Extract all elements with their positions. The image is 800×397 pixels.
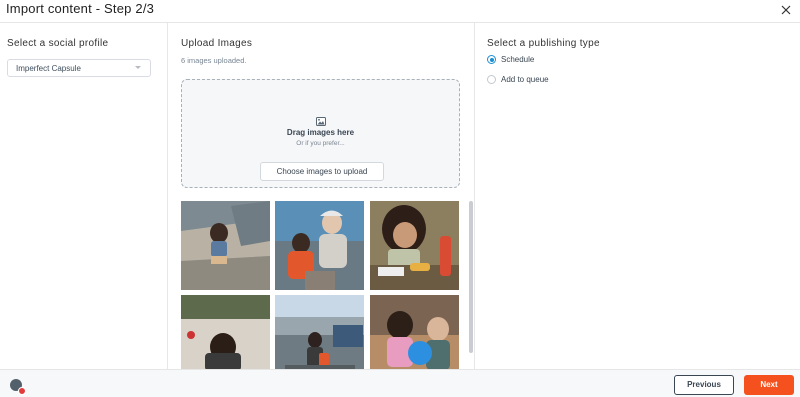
- radio-schedule-label[interactable]: Schedule: [501, 55, 534, 64]
- modal-header: Import content - Step 2/3: [0, 0, 800, 23]
- close-icon[interactable]: [778, 2, 794, 18]
- uploaded-image-thumbnail[interactable]: [370, 295, 459, 369]
- publishing-heading: Select a publishing type: [487, 38, 600, 49]
- radio-add-to-queue[interactable]: [487, 75, 496, 84]
- uploaded-image-thumbnail[interactable]: [181, 201, 270, 290]
- dropzone-subtitle: Or if you prefer...: [296, 140, 345, 147]
- radio-schedule[interactable]: [487, 55, 496, 64]
- upload-heading: Upload Images: [181, 38, 253, 49]
- uploaded-image-thumbnail[interactable]: [275, 295, 364, 369]
- profile-column: Select a social profile Imperfect Capsul…: [0, 23, 168, 369]
- choose-images-button[interactable]: Choose images to upload: [260, 162, 384, 181]
- profile-heading: Select a social profile: [7, 38, 109, 49]
- images-scrollbar[interactable]: [469, 201, 473, 353]
- previous-button[interactable]: Previous: [674, 375, 734, 395]
- profile-select[interactable]: Imperfect Capsule: [7, 59, 151, 77]
- modal-title: Import content - Step 2/3: [6, 1, 155, 16]
- upload-count: 6 images uploaded.: [181, 56, 247, 65]
- chevron-down-icon: [135, 66, 141, 69]
- uploaded-image-thumbnail[interactable]: [181, 295, 270, 369]
- upload-column: Upload Images 6 images uploaded. Drag im…: [168, 23, 475, 369]
- dropzone-title: Drag images here: [286, 128, 355, 137]
- modal-footer: Previous Next: [0, 369, 800, 397]
- image-icon: [316, 113, 326, 126]
- uploaded-image-thumbnail[interactable]: [275, 201, 364, 290]
- profile-select-value: Imperfect Capsule: [16, 64, 81, 73]
- radio-add-to-queue-label[interactable]: Add to queue: [501, 75, 549, 84]
- next-button[interactable]: Next: [744, 375, 794, 395]
- uploaded-images-grid: [181, 201, 461, 369]
- notification-badge: [18, 387, 26, 395]
- uploaded-image-thumbnail[interactable]: [370, 201, 459, 290]
- image-dropzone[interactable]: Drag images here Or if you prefer... Cho…: [181, 79, 460, 188]
- publishing-column: Select a publishing type Schedule Add to…: [475, 23, 800, 369]
